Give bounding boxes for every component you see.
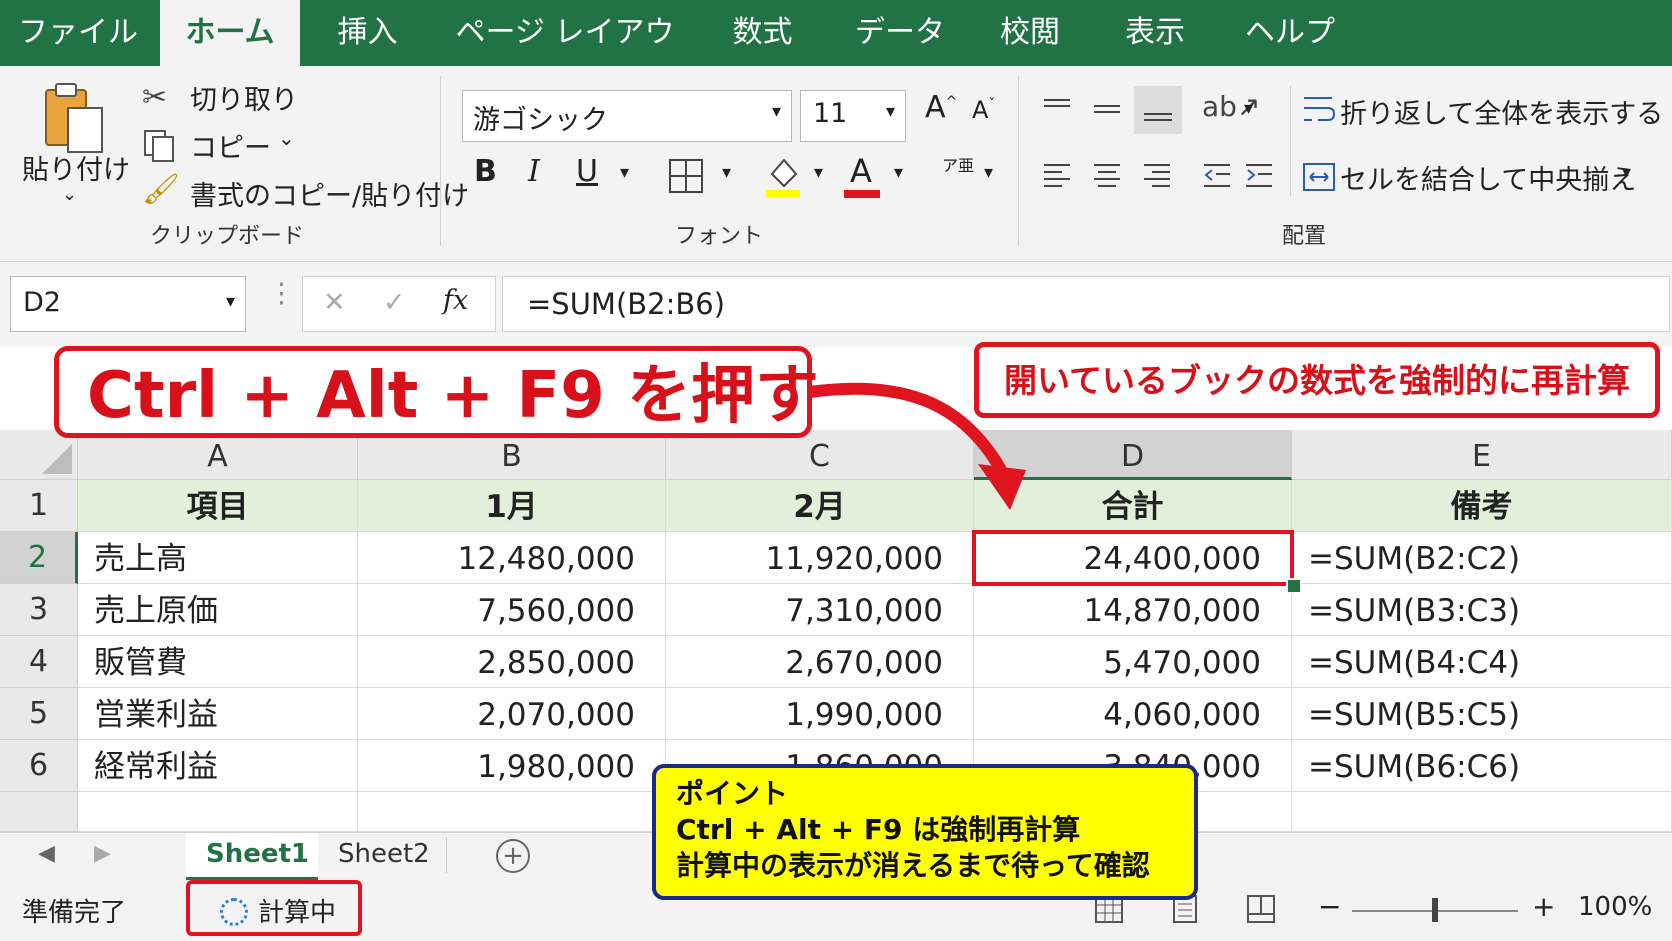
point-line-1: Ctrl + Alt + F9 は強制再計算 (676, 813, 1081, 846)
point-callout: ポイント Ctrl + Alt + F9 は強制再計算 計算中の表示が消えるまで… (652, 764, 1198, 900)
shortcut-callout: Ctrl + Alt + F9 を押す (54, 346, 819, 438)
point-title: ポイント (676, 777, 789, 810)
description-callout: 開いているブックの数式を強制的に再計算 (974, 342, 1660, 418)
point-line-2: 計算中の表示が消えるまで待って確認 (676, 849, 1150, 882)
